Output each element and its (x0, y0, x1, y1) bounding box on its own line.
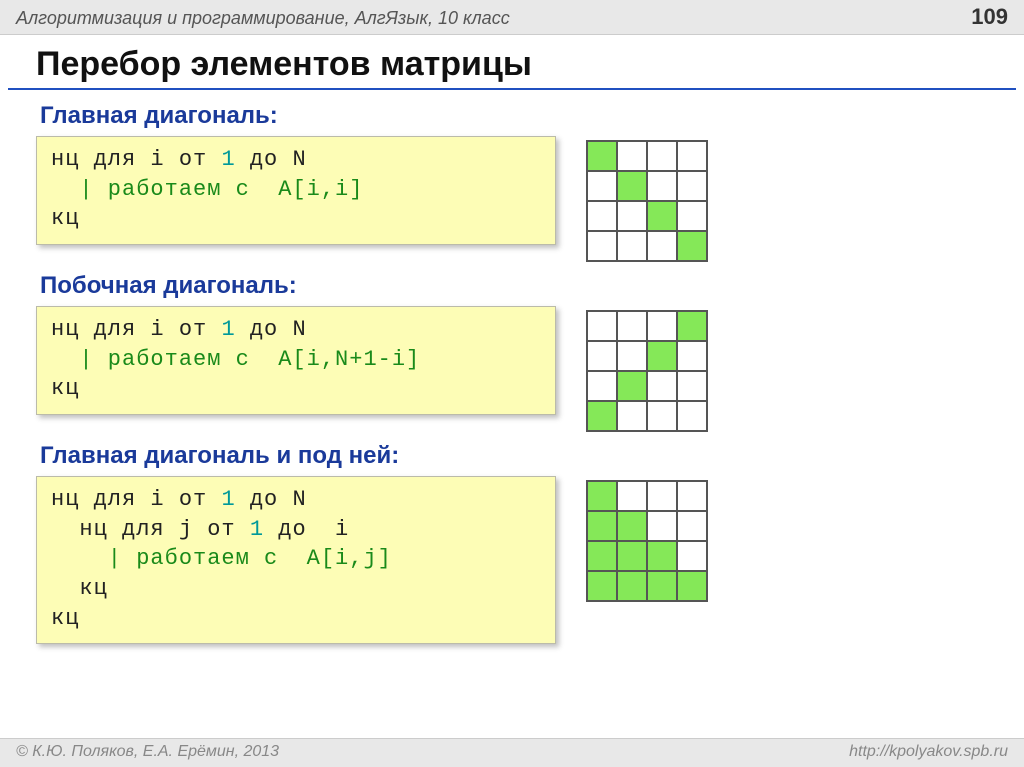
matrix-cell (587, 541, 617, 571)
code-block: нц для i от 1 до N | работаем с A[i,i] к… (36, 136, 556, 245)
matrix-cell (617, 171, 647, 201)
matrix-cell (677, 511, 707, 541)
matrix-cell (587, 401, 617, 431)
matrix-cell (647, 401, 677, 431)
matrix-cell (587, 511, 617, 541)
code-block: нц для i от 1 до N | работаем с A[i,N+1-… (36, 306, 556, 415)
matrix-cell (587, 571, 617, 601)
footer-url: http://kpolyakov.spb.ru (849, 743, 1008, 761)
matrix-cell (587, 371, 617, 401)
matrix-diagram (586, 310, 708, 432)
matrix-cell (677, 341, 707, 371)
matrix-cell (587, 201, 617, 231)
matrix-cell (677, 141, 707, 171)
page-title: Перебор элементов матрицы (8, 35, 1016, 90)
matrix-cell (617, 511, 647, 541)
matrix-cell (647, 311, 677, 341)
matrix-cell (677, 371, 707, 401)
slide-header: Алгоритмизация и программирование, АлгЯз… (0, 0, 1024, 35)
matrix-cell (587, 231, 617, 261)
matrix-diagram (586, 140, 708, 262)
section-main-diagonal: Главная диагональ: нц для i от 1 до N | … (36, 102, 988, 262)
code-block: нц для i от 1 до N нц для j от 1 до i | … (36, 476, 556, 644)
matrix-cell (647, 541, 677, 571)
matrix-cell (617, 141, 647, 171)
matrix-cell (617, 341, 647, 371)
matrix-cell (647, 371, 677, 401)
matrix-cell (677, 231, 707, 261)
footer-copyright: © К.Ю. Поляков, Е.А. Ерёмин, 2013 (16, 743, 279, 761)
matrix-cell (647, 231, 677, 261)
matrix-cell (587, 171, 617, 201)
subtitle: Главная диагональ и под ней: (40, 442, 988, 470)
matrix-cell (617, 481, 647, 511)
matrix-cell (677, 571, 707, 601)
header-title: Алгоритмизация и программирование, АлгЯз… (16, 8, 971, 29)
subtitle: Главная диагональ: (40, 102, 988, 130)
slide-footer: © К.Ю. Поляков, Е.А. Ерёмин, 2013 http:/… (0, 738, 1024, 767)
matrix-cell (677, 171, 707, 201)
matrix-cell (677, 201, 707, 231)
matrix-cell (617, 571, 647, 601)
matrix-cell (647, 341, 677, 371)
matrix-cell (677, 481, 707, 511)
matrix-cell (647, 481, 677, 511)
section-anti-diagonal: Побочная диагональ: нц для i от 1 до N |… (36, 272, 988, 432)
matrix-diagram (586, 480, 708, 602)
matrix-cell (617, 201, 647, 231)
matrix-cell (617, 541, 647, 571)
matrix-cell (587, 481, 617, 511)
matrix-cell (647, 511, 677, 541)
matrix-cell (647, 201, 677, 231)
matrix-cell (617, 371, 647, 401)
matrix-cell (677, 311, 707, 341)
subtitle: Побочная диагональ: (40, 272, 988, 300)
matrix-cell (587, 141, 617, 171)
matrix-cell (677, 541, 707, 571)
matrix-cell (617, 231, 647, 261)
page-number: 109 (971, 4, 1008, 30)
content: Главная диагональ: нц для i от 1 до N | … (0, 102, 1024, 644)
matrix-cell (647, 571, 677, 601)
matrix-cell (677, 401, 707, 431)
matrix-cell (587, 341, 617, 371)
matrix-cell (617, 401, 647, 431)
matrix-cell (617, 311, 647, 341)
section-lower-triangle: Главная диагональ и под ней: нц для i от… (36, 442, 988, 644)
matrix-cell (587, 311, 617, 341)
matrix-cell (647, 141, 677, 171)
matrix-cell (647, 171, 677, 201)
